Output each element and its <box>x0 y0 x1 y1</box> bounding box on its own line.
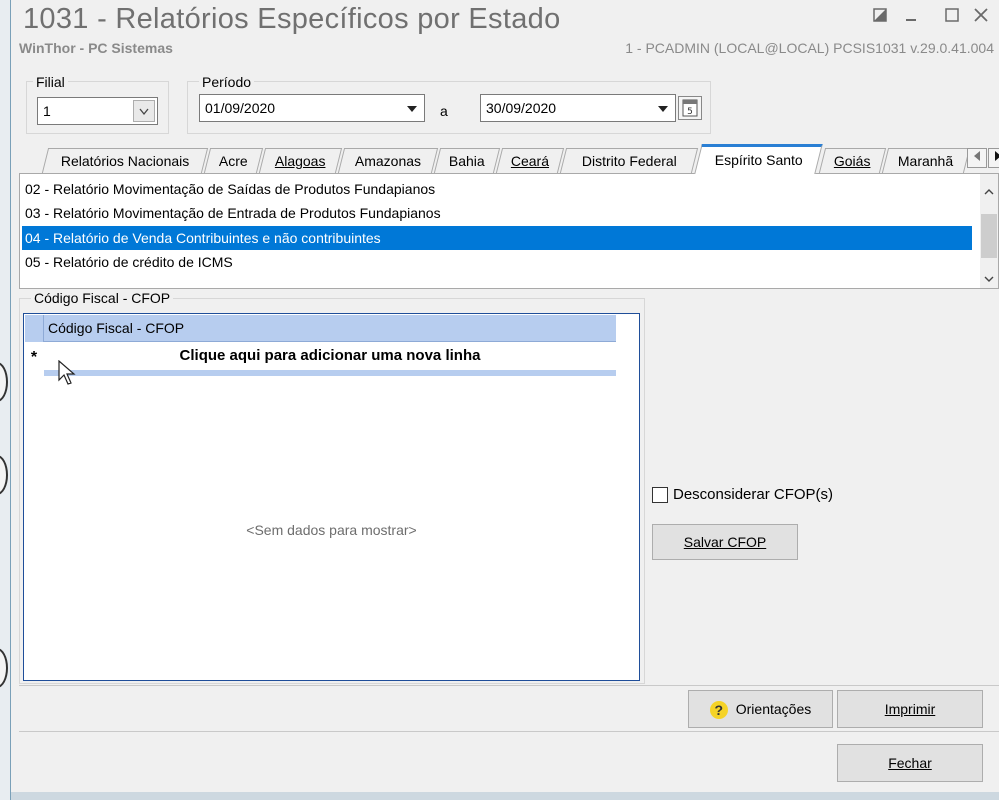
tab-relatorios-nacionais[interactable]: Relatórios Nacionais <box>41 148 209 173</box>
scroll-down-icon[interactable] <box>984 270 994 286</box>
cfop-grid[interactable]: Código Fiscal - CFOP * Clique aqui para … <box>23 313 640 681</box>
session-info: 1 - PCADMIN (LOCAL@LOCAL) PCSIS1031 v.29… <box>625 40 994 56</box>
close-button[interactable]: Fechar <box>837 744 983 782</box>
print-button[interactable]: Imprimir <box>837 690 983 728</box>
tab-scroll-right-icon[interactable] <box>988 148 999 168</box>
filial-value: 1 <box>43 103 51 119</box>
start-date-value: 01/09/2020 <box>205 100 276 116</box>
close-label: Fechar <box>888 755 932 771</box>
minimize-icon[interactable] <box>899 4 923 28</box>
ignore-cfop-checkbox[interactable] <box>652 487 668 503</box>
new-row-underline <box>44 370 616 376</box>
dropdown-arrow-icon[interactable] <box>403 95 421 121</box>
window-bottom-edge <box>11 792 999 800</box>
dropdown-arrow-icon[interactable] <box>654 95 672 121</box>
help-icon: ? <box>709 701 728 720</box>
add-new-row[interactable]: Clique aqui para adicionar uma nova linh… <box>44 344 616 370</box>
tab-scroll-left-icon[interactable] <box>967 148 987 168</box>
scroll-up-icon[interactable] <box>984 182 994 198</box>
tab-acre[interactable]: Acre <box>203 148 264 173</box>
empty-grid-message: <Sem dados para mostrar> <box>246 522 417 538</box>
background-shape <box>0 648 8 688</box>
report-list[interactable]: 02 - Relatório Movimentação de Saídas de… <box>19 173 999 289</box>
save-cfop-button[interactable]: Salvar CFOP <box>652 524 798 560</box>
column-header-cfop[interactable]: Código Fiscal - CFOP <box>44 315 616 342</box>
app-name: WinThor - PC Sistemas <box>19 40 173 56</box>
background-shape <box>0 455 8 495</box>
tab-amazonas[interactable]: Amazonas <box>337 148 439 173</box>
help-button[interactable]: ? Orientações <box>688 690 833 728</box>
list-scrollbar[interactable] <box>980 174 998 288</box>
list-item[interactable]: 05 - Relatório de crédito de ICMS <box>22 250 972 274</box>
app-window: 1031 - Relatórios Específicos por Estado… <box>10 0 999 800</box>
cfop-group-label: Código Fiscal - CFOP <box>31 290 174 306</box>
tab-espirito-santo[interactable]: Espírito Santo <box>694 144 823 174</box>
ignore-cfop-label[interactable]: Desconsiderar CFOP(s) <box>673 486 833 503</box>
save-cfop-label: Salvar CFOP <box>683 534 767 550</box>
tab-maranhao[interactable]: Maranhã <box>881 148 971 173</box>
list-item[interactable]: 02 - Relatório Movimentação de Saídas de… <box>22 177 972 201</box>
window-title: 1031 - Relatórios Específicos por Estado <box>23 3 561 35</box>
tab-bahia[interactable]: Bahia <box>433 148 501 173</box>
start-date-picker[interactable]: 01/09/2020 <box>199 94 425 122</box>
filial-label: Filial <box>33 74 68 90</box>
new-row-indicator: * <box>30 349 38 366</box>
close-icon[interactable] <box>969 4 993 28</box>
state-tabs: Relatórios Nacionais Acre Alagoas Amazon… <box>19 140 999 174</box>
mouse-pointer-icon <box>58 359 76 389</box>
title-bar[interactable]: 1031 - Relatórios Específicos por Estado… <box>11 0 999 62</box>
tab-alagoas[interactable]: Alagoas <box>258 148 343 173</box>
tab-ceara[interactable]: Ceará <box>495 148 565 173</box>
svg-text:5: 5 <box>687 107 693 117</box>
tab-goias[interactable]: Goiás <box>818 148 887 173</box>
help-label: Orientações <box>735 701 812 717</box>
end-date-value: 30/09/2020 <box>486 100 557 116</box>
period-separator: a <box>440 103 448 119</box>
row-indicator-header <box>25 315 44 342</box>
scroll-thumb[interactable] <box>981 214 997 258</box>
list-item-selected[interactable]: 04 - Relatório de Venda Contribuintes e … <box>22 226 972 250</box>
restore-icon[interactable] <box>868 4 892 28</box>
periodo-label: Período <box>199 74 255 90</box>
calendar-icon[interactable]: 5 <box>678 96 702 120</box>
list-item[interactable]: 03 - Relatório Movimentação de Entrada d… <box>22 201 972 225</box>
print-label: Imprimir <box>884 701 936 717</box>
background-shape <box>0 362 8 402</box>
maximize-icon[interactable] <box>940 4 964 28</box>
tab-distrito-federal[interactable]: Distrito Federal <box>559 148 699 173</box>
end-date-picker[interactable]: 30/09/2020 <box>480 94 676 122</box>
chevron-down-icon[interactable] <box>133 100 155 122</box>
filial-select[interactable]: 1 <box>37 97 158 125</box>
